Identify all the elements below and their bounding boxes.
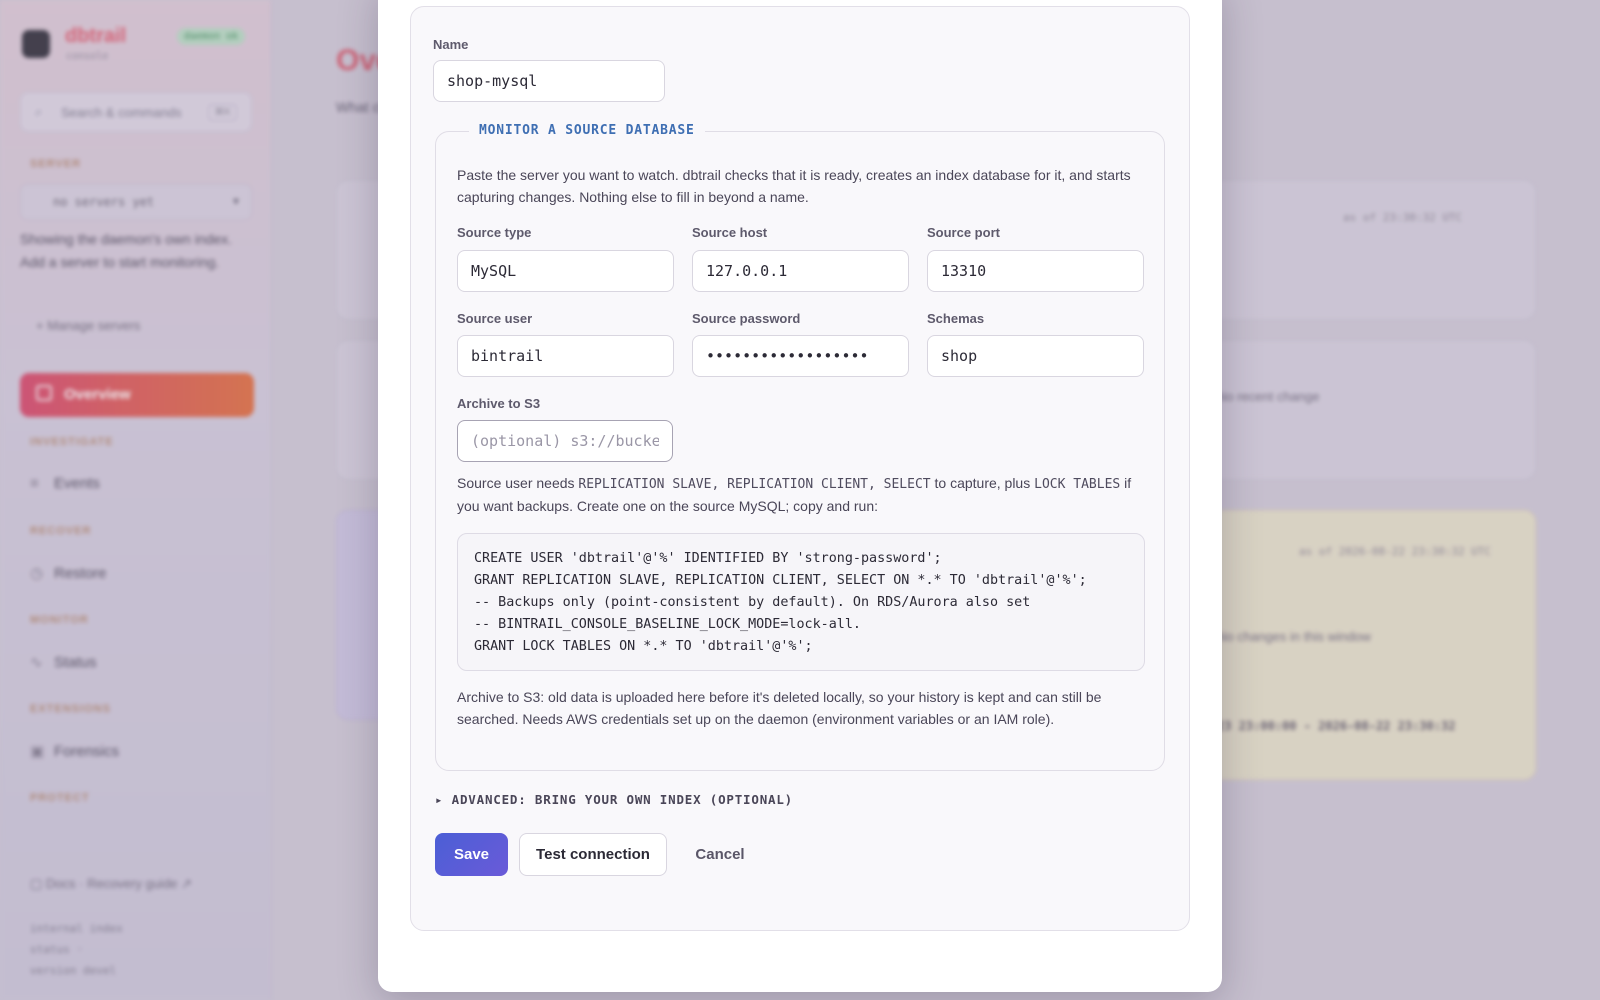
test-connection-button[interactable]: Test connection xyxy=(519,833,667,876)
archive-label: Archive to S3 xyxy=(457,396,541,411)
source-type-input[interactable] xyxy=(457,250,674,292)
sql-code-block[interactable]: CREATE USER 'dbtrail'@'%' IDENTIFIED BY … xyxy=(457,533,1145,671)
source-user-label: Source user xyxy=(457,311,533,326)
name-label: Name xyxy=(433,37,469,52)
name-input[interactable] xyxy=(433,60,665,102)
add-server-modal: Name MONITOR A SOURCE DATABASE Paste the… xyxy=(378,0,1222,992)
intro-text: Paste the server you want to watch. dbtr… xyxy=(457,167,1131,205)
source-user-input[interactable] xyxy=(457,335,674,377)
source-port-label: Source port xyxy=(927,225,1000,240)
archive-s3-input[interactable] xyxy=(457,420,673,462)
save-button[interactable]: Save xyxy=(435,833,508,876)
privileges-code: REPLICATION SLAVE, REPLICATION CLIENT, S… xyxy=(578,477,931,492)
code-line: CREATE USER 'dbtrail'@'%' IDENTIFIED BY … xyxy=(474,551,942,566)
source-password-label: Source password xyxy=(692,311,801,326)
code-line: -- Backups only (point-consistent by def… xyxy=(474,595,1031,610)
cancel-button[interactable]: Cancel xyxy=(679,833,761,876)
source-host-label: Source host xyxy=(692,225,768,240)
code-line: GRANT LOCK TABLES ON *.* TO 'dbtrail'@'%… xyxy=(474,639,813,654)
advanced-toggle[interactable]: ▸ ADVANCED: BRING YOUR OWN INDEX (OPTION… xyxy=(435,792,793,807)
source-password-input[interactable] xyxy=(692,335,909,377)
privileges-text-part: Source user needs xyxy=(457,475,579,491)
caret-right-icon: ▸ xyxy=(435,792,444,807)
privileges-code: LOCK TABLES xyxy=(1034,477,1121,492)
code-line: -- BINTRAIL_CONSOLE_BASELINE_LOCK_MODE=l… xyxy=(474,617,861,632)
privileges-text: Source user needs REPLICATION SLAVE, REP… xyxy=(457,473,1147,517)
privileges-text-part: to capture, plus xyxy=(930,475,1035,491)
code-line: GRANT REPLICATION SLAVE, REPLICATION CLI… xyxy=(474,573,1087,588)
add-server-form: Name MONITOR A SOURCE DATABASE Paste the… xyxy=(410,6,1190,931)
fieldset-legend: MONITOR A SOURCE DATABASE xyxy=(469,123,705,138)
source-port-input[interactable] xyxy=(927,250,1144,292)
advanced-toggle-label: ADVANCED: BRING YOUR OWN INDEX (OPTIONAL… xyxy=(451,792,794,807)
source-host-input[interactable] xyxy=(692,250,909,292)
source-type-label: Source type xyxy=(457,225,532,240)
archive-note: Archive to S3: old data is uploaded here… xyxy=(457,689,1102,727)
schemas-label: Schemas xyxy=(927,311,985,326)
schemas-input[interactable] xyxy=(927,335,1144,377)
